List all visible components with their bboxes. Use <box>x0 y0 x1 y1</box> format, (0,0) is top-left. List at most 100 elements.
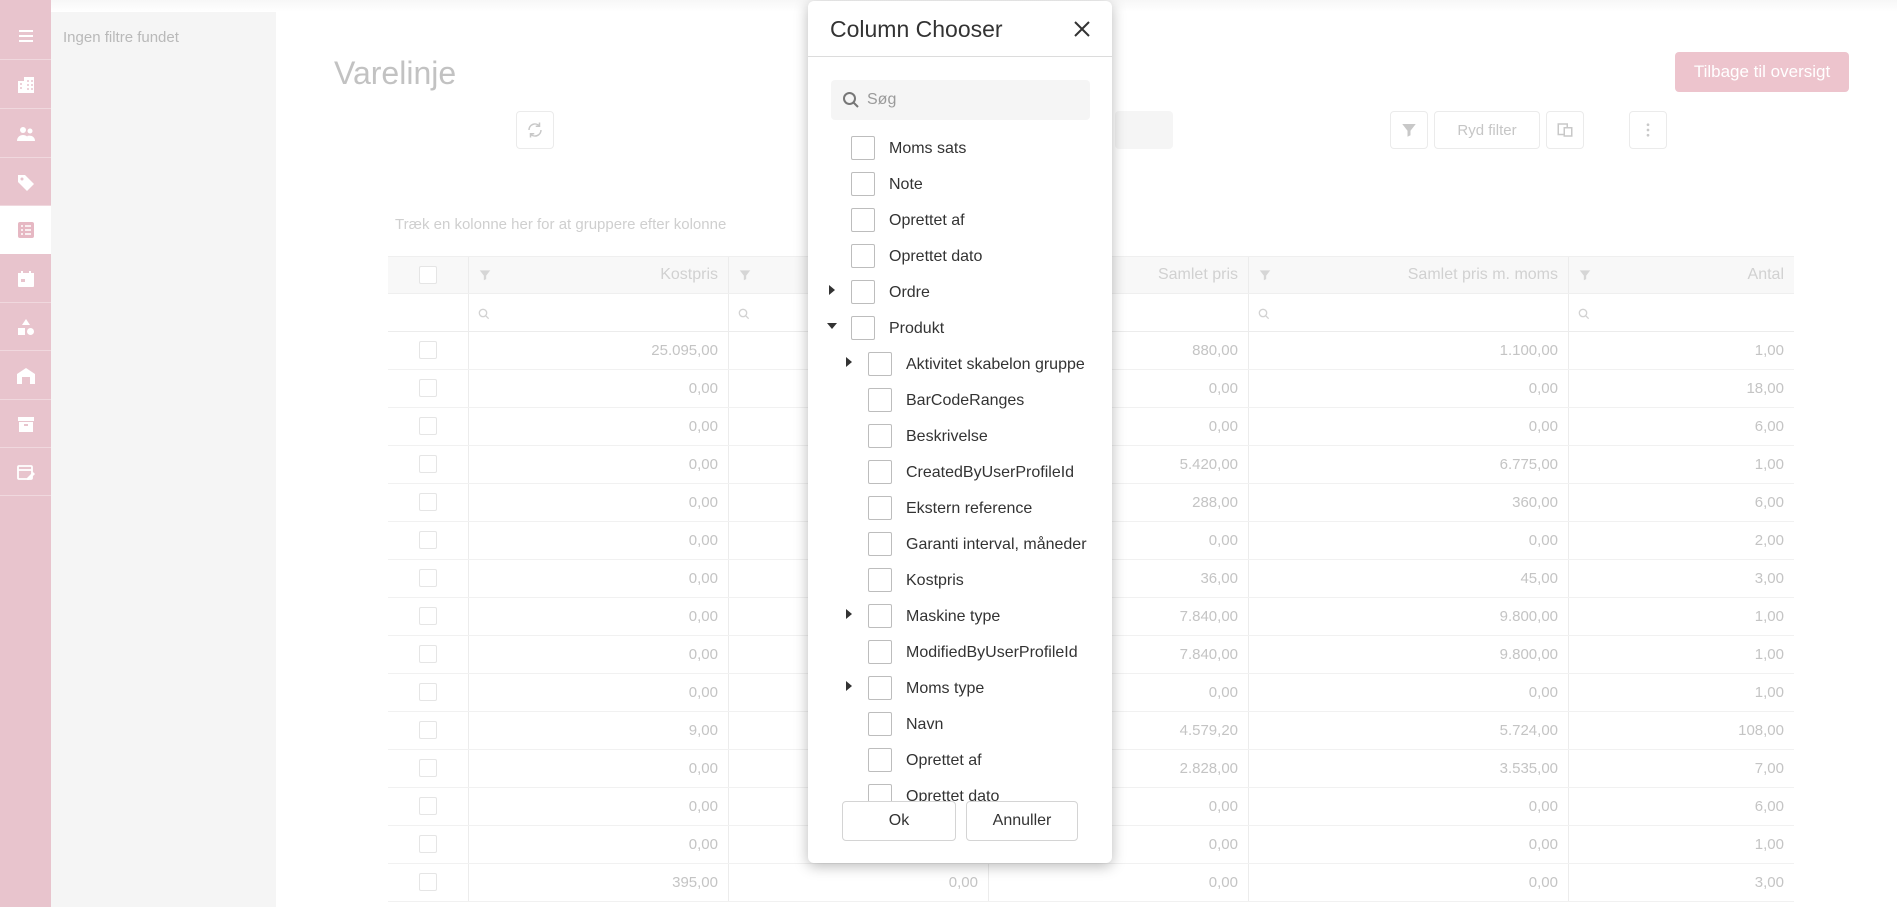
column-tree-item[interactable]: ModifiedByUserProfileId <box>808 637 1112 667</box>
expand-toggle[interactable] <box>827 285 837 295</box>
sidebar-item-archive[interactable] <box>0 400 51 448</box>
column-checkbox[interactable] <box>868 352 892 376</box>
expand-toggle[interactable] <box>844 681 854 691</box>
menu-icon <box>18 29 33 42</box>
column-header[interactable]: Antal <box>1568 257 1794 293</box>
column-label: Oprettet dato <box>889 248 983 265</box>
column-checkbox[interactable] <box>868 496 892 520</box>
toolbar-search-input[interactable] <box>1115 111 1173 149</box>
table-cell: 0,00 <box>1528 380 1558 397</box>
ok-button[interactable]: Ok <box>842 801 956 841</box>
row-checkbox[interactable] <box>419 341 437 359</box>
filter-cell[interactable] <box>478 307 490 325</box>
row-checkbox[interactable] <box>419 683 437 701</box>
column-tree-item[interactable]: Beskrivelse <box>808 421 1112 451</box>
close-icon <box>1074 21 1090 37</box>
table-cell: 0,00 <box>688 798 718 815</box>
sidebar-item-building[interactable] <box>0 61 51 109</box>
column-tree-item[interactable]: Note <box>808 169 1112 199</box>
cancel-button[interactable]: Annuller <box>966 801 1078 841</box>
column-checkbox[interactable] <box>868 640 892 664</box>
table-cell: 0,00 <box>688 646 718 663</box>
column-tree-item[interactable]: Produkt <box>808 313 1112 343</box>
shapes-icon <box>17 318 34 335</box>
column-tree-item[interactable]: Oprettet af <box>808 745 1112 775</box>
column-checkbox[interactable] <box>851 172 875 196</box>
column-tree-item[interactable]: Ordre <box>808 277 1112 307</box>
column-tree-item[interactable]: CreatedByUserProfileId <box>808 457 1112 487</box>
column-search-input[interactable] <box>867 80 1082 120</box>
table-cell: 2,00 <box>1754 532 1784 549</box>
column-checkbox[interactable] <box>868 424 892 448</box>
more-options-button[interactable] <box>1629 111 1667 149</box>
sidebar-item-shapes[interactable] <box>0 303 51 351</box>
column-checkbox[interactable] <box>868 604 892 628</box>
collapse-toggle[interactable] <box>827 321 837 331</box>
row-checkbox[interactable] <box>419 493 437 511</box>
sidebar-item-calendar[interactable] <box>0 255 51 303</box>
filter-cell[interactable] <box>1258 307 1270 325</box>
expand-toggle[interactable] <box>844 609 854 619</box>
column-tree-item[interactable]: Ekstern reference <box>808 493 1112 523</box>
column-checkbox[interactable] <box>851 316 875 340</box>
column-tree-item[interactable]: Garanti interval, måneder <box>808 529 1112 559</box>
column-search-box <box>831 80 1090 120</box>
row-checkbox[interactable] <box>419 607 437 625</box>
sidebar-item-list[interactable] <box>0 206 51 254</box>
row-checkbox[interactable] <box>419 417 437 435</box>
close-button[interactable] <box>1070 17 1094 41</box>
row-checkbox[interactable] <box>419 721 437 739</box>
row-checkbox[interactable] <box>419 455 437 473</box>
column-tree-item[interactable]: Moms type <box>808 673 1112 703</box>
column-tree-item[interactable]: Aktivitet skabelon gruppe <box>808 349 1112 379</box>
column-header[interactable]: Kostpris <box>468 257 728 293</box>
expand-icon <box>846 357 852 367</box>
row-checkbox[interactable] <box>419 645 437 663</box>
filter-cell[interactable] <box>1578 307 1590 325</box>
tag-icon <box>17 174 34 191</box>
column-tree-item[interactable]: BarCodeRanges <box>808 385 1112 415</box>
column-checkbox[interactable] <box>851 280 875 304</box>
row-checkbox[interactable] <box>419 569 437 587</box>
clear-filter-button[interactable]: Ryd filter <box>1434 111 1540 149</box>
expand-toggle[interactable] <box>844 357 854 367</box>
column-checkbox[interactable] <box>868 460 892 484</box>
column-tree-item[interactable]: Oprettet dato <box>808 241 1112 271</box>
column-checkbox[interactable] <box>868 532 892 556</box>
column-tree-item[interactable]: Maskine type <box>808 601 1112 631</box>
row-checkbox[interactable] <box>419 531 437 549</box>
table-cell: 6,00 <box>1754 494 1784 511</box>
column-header[interactable]: Samlet pris m. moms <box>1248 257 1568 293</box>
sidebar-item-tag[interactable] <box>0 158 51 206</box>
column-checkbox[interactable] <box>851 244 875 268</box>
column-checkbox[interactable] <box>851 208 875 232</box>
column-checkbox[interactable] <box>868 388 892 412</box>
back-to-overview-button[interactable]: Tilbage til oversigt <box>1675 52 1849 92</box>
row-checkbox[interactable] <box>419 797 437 815</box>
sidebar-item-menu[interactable] <box>0 12 51 60</box>
column-label: Aktivitet skabelon gruppe <box>906 356 1085 373</box>
column-tree-item[interactable]: Navn <box>808 709 1112 739</box>
column-tree-item[interactable]: Kostpris <box>808 565 1112 595</box>
row-checkbox[interactable] <box>419 759 437 777</box>
filter-cell[interactable] <box>738 307 750 325</box>
table-row[interactable]: 395,00 0,00 0,00 0,00 3,00 <box>388 864 1794 902</box>
column-checkbox[interactable] <box>868 676 892 700</box>
row-checkbox[interactable] <box>419 266 437 284</box>
row-checkbox[interactable] <box>419 873 437 891</box>
sidebar-item-warehouse[interactable] <box>0 352 51 400</box>
sidebar-item-users[interactable] <box>0 110 51 158</box>
row-checkbox[interactable] <box>419 835 437 853</box>
column-tree-item[interactable]: Oprettet af <box>808 205 1112 235</box>
column-chooser-button[interactable] <box>1546 111 1584 149</box>
filter-button[interactable] <box>1390 111 1428 149</box>
refresh-button[interactable] <box>516 111 554 149</box>
column-checkbox[interactable] <box>851 136 875 160</box>
row-checkbox[interactable] <box>419 379 437 397</box>
sidebar-item-calendar-edit[interactable] <box>0 448 51 496</box>
column-checkbox[interactable] <box>868 568 892 592</box>
column-checkbox[interactable] <box>868 712 892 736</box>
column-checkbox[interactable] <box>868 748 892 772</box>
calendar-edit-icon <box>16 464 35 480</box>
column-tree-item[interactable]: Moms sats <box>808 133 1112 163</box>
